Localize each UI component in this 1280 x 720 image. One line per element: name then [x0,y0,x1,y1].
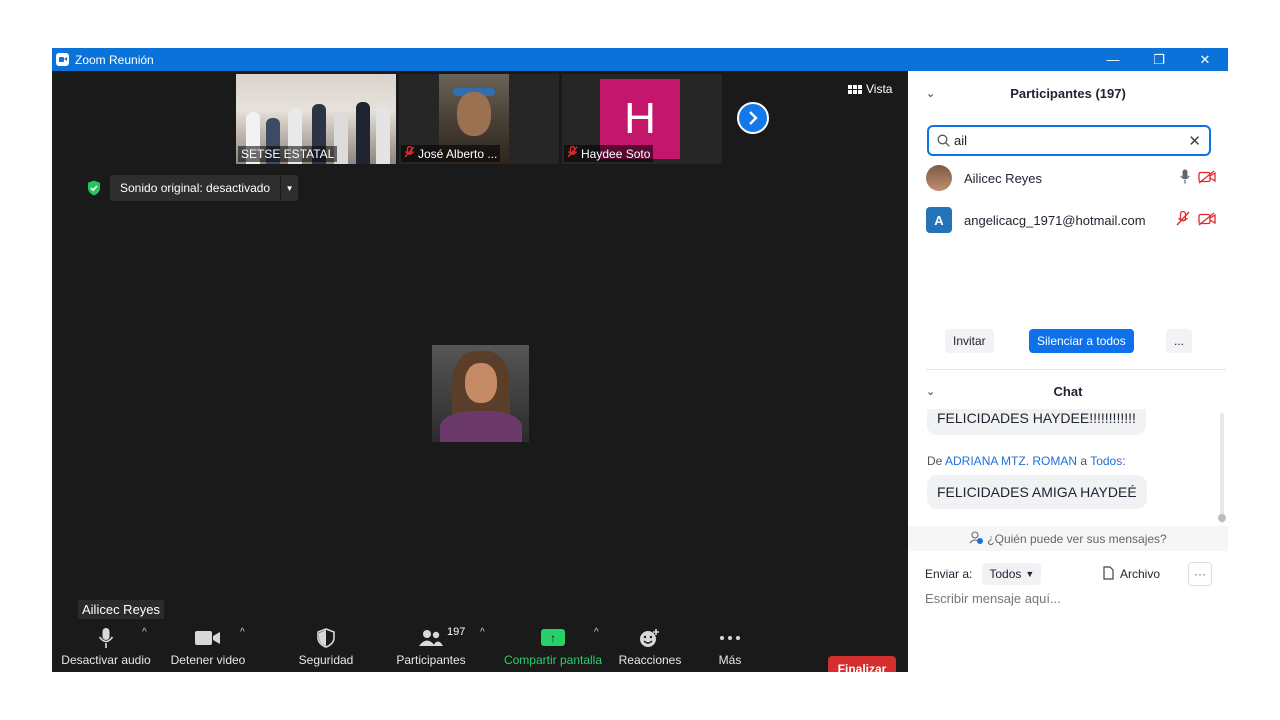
speaker-name-tag: Ailicec Reyes [78,600,165,619]
stop-video-button[interactable]: Detener video [166,619,250,672]
video-thumbnail-jose[interactable]: José Alberto ... [399,74,559,164]
video-off-icon [1198,211,1216,229]
minimize-button[interactable]: — [1090,48,1136,71]
reactions-button[interactable]: Reacciones [614,619,686,672]
search-icon [937,134,950,147]
title-bar: Zoom Reunión — ❐ ✕ [52,48,1228,71]
close-button[interactable]: ✕ [1182,48,1228,71]
video-camera-icon [195,625,221,651]
chat-header: ⌄ Chat [926,383,1083,399]
restore-button[interactable]: ❐ [1136,48,1182,71]
share-options-caret-icon[interactable]: ^ [594,627,599,638]
participant-row[interactable]: A angelicacg_1971@hotmail.com [926,206,1216,234]
grid-view-icon [848,84,862,94]
security-button[interactable]: Seguridad [288,619,364,672]
audio-options-caret-icon[interactable]: ^ [142,627,147,638]
mute-all-button[interactable]: Silenciar a todos [1029,329,1134,353]
person-info-icon [969,530,984,547]
original-sound-toggle[interactable]: Sonido original: desactivado ▼ [110,175,299,201]
participants-header: ⌄ Participantes (197) [926,85,1126,101]
file-button[interactable]: Archivo [1103,565,1160,583]
microphone-icon [98,625,114,651]
encryption-shield-icon[interactable] [86,180,102,196]
recipient-link[interactable]: Todos [1090,454,1122,468]
chevron-down-icon: ▼ [1025,569,1035,579]
chevron-right-icon [749,111,758,125]
window-title: Zoom Reunión [75,52,154,67]
next-page-button[interactable] [737,102,769,134]
mic-muted-icon [567,145,578,161]
chat-message-input[interactable]: Escribir mensaje aquí... [925,591,1061,606]
participants-more-button[interactable]: ... [1166,329,1193,353]
original-sound-control: Sonido original: desactivado ▼ [86,175,299,201]
participant-search-input[interactable]: ail ✕ [927,125,1211,156]
mute-audio-button[interactable]: Desactivar audio [60,619,152,672]
video-area: SETSE ESTATAL José Alberto ... H Haydee … [52,71,908,672]
chevron-down-icon[interactable]: ⌄ [926,87,935,100]
mic-muted-icon [404,145,415,161]
chevron-down-icon[interactable]: ⌄ [926,385,935,398]
video-thumbnail-setse[interactable]: SETSE ESTATAL [236,74,396,164]
chat-messages: FELICIDADES HAYDEE!!!!!!!!!!!! De ADRIAN… [908,409,1228,533]
mic-muted-icon [1176,210,1190,229]
end-meeting-button[interactable]: Finalizar [828,656,896,672]
video-options-caret-icon[interactable]: ^ [240,627,245,638]
thumbnail-label: SETSE ESTATAL [238,146,338,162]
send-to-row: Enviar a: Todos ▼ Archivo ··· [925,561,1215,587]
thumbnail-label: Haydee Soto [564,145,654,162]
avatar: A [926,207,952,233]
participants-actions: Invitar Silenciar a todos ... [908,329,1228,357]
video-thumbnail-haydee[interactable]: H Haydee Soto [562,74,722,164]
chevron-down-icon[interactable]: ▼ [280,175,298,201]
zoom-app-icon [56,53,69,66]
shield-icon [317,625,335,651]
clear-search-icon[interactable]: ✕ [1188,132,1201,150]
who-can-see-messages[interactable]: ¿Quién puede ver sus mensajes? [908,526,1228,551]
chat-message: FELICIDADES HAYDEE!!!!!!!!!!!! [927,409,1146,435]
thumbnail-label: José Alberto ... [401,145,501,162]
thumbnail-strip: SETSE ESTATAL José Alberto ... H Haydee … [236,74,724,164]
video-off-icon [1198,169,1216,187]
smiley-plus-icon [639,625,661,651]
view-button[interactable]: Vista [848,82,892,96]
share-screen-button[interactable]: ↑ Compartir pantalla [500,619,606,672]
chat-message-sender: De ADRIANA MTZ. ROMAN a Todos: [927,454,1126,468]
meeting-toolbar: Desactivar audio ^ Detener video ^ Segur… [52,619,908,672]
participants-count-badge: 197 [447,626,466,638]
participants-options-caret-icon[interactable]: ^ [480,627,485,638]
invite-button[interactable]: Invitar [945,329,994,353]
microphone-icon [1180,169,1190,187]
file-icon [1103,565,1114,583]
avatar [926,165,952,191]
participants-icon [418,625,444,651]
chat-more-button[interactable]: ··· [1188,562,1212,586]
more-dots-icon [719,625,741,651]
window-controls: — ❐ ✕ [1090,48,1228,71]
more-button[interactable]: Más [704,619,756,672]
chat-message: FELICIDADES AMIGA HAYDEÉ [927,475,1147,509]
participant-row[interactable]: Ailicec Reyes [926,164,1216,192]
chat-scrollbar[interactable] [1220,413,1224,523]
chat-scroll-thumb[interactable] [1218,514,1226,522]
zoom-window: Zoom Reunión — ❐ ✕ SETSE ESTATAL José Al… [52,48,1228,672]
send-to-dropdown[interactable]: Todos ▼ [982,563,1042,585]
active-speaker-photo [432,345,529,442]
share-screen-icon: ↑ [541,629,565,646]
side-panel: ⌄ Participantes (197) ail ✕ Ailicec Reye… [908,71,1228,672]
sender-link[interactable]: ADRIANA MTZ. ROMAN [945,454,1077,468]
